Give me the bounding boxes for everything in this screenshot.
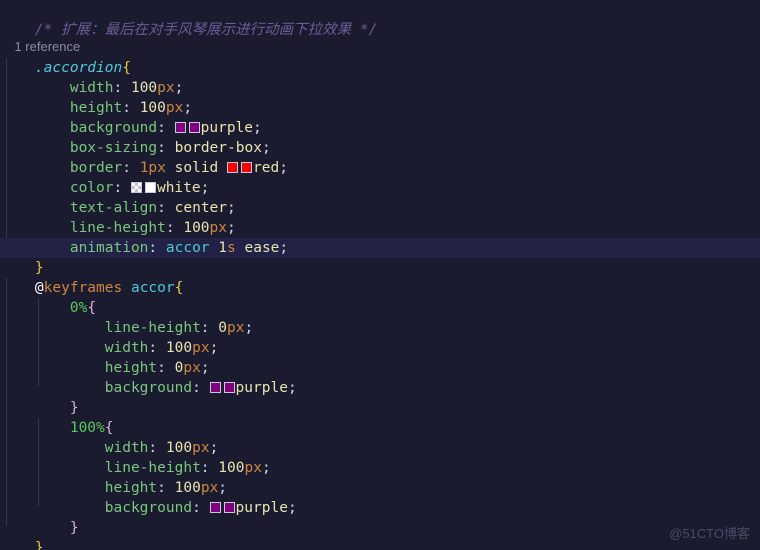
code-line-close-keyframe-0[interactable]: } — [0, 378, 760, 416]
code-line-decl-background[interactable]: background: purple; — [0, 98, 760, 136]
code-line-keyframes-header[interactable]: @keyframes accor{ — [0, 258, 760, 296]
code-line-kf100-background[interactable]: background: purple; — [0, 478, 760, 516]
code-line-kf100-width[interactable]: width: 100px; — [0, 418, 760, 456]
code-line-selector-accordion[interactable]: .accordion{ — [0, 38, 760, 76]
code-line-decl-color[interactable]: color: white; — [0, 158, 760, 196]
codelens-reference[interactable]: 1 reference — [0, 20, 80, 54]
code-line-decl-animation[interactable]: animation: accor 1s ease; — [0, 218, 760, 256]
code-line-decl-width[interactable]: width: 100px; — [0, 58, 760, 96]
code-line-decl-border[interactable]: border: 1px solid red; — [0, 138, 760, 176]
code-line-comment[interactable]: /* 扩展：最后在对手风琴展示进行动画下拉效果 */ — [0, 0, 760, 38]
css-comment: /* 扩展：最后在对手风琴展示进行动画下拉效果 */ — [34, 22, 378, 38]
code-line-close-keyframes[interactable]: } — [0, 518, 760, 550]
code-line-keyframe-stop-0[interactable]: 0%{ — [0, 278, 760, 316]
code-line-kf0-line-height[interactable]: line-height: 0px; — [0, 298, 760, 336]
code-line-decl-box-sizing[interactable]: box-sizing: border-box; — [0, 118, 760, 156]
code-line-close-keyframe-100[interactable]: } — [0, 498, 760, 536]
code-line-kf100-line-height[interactable]: line-height: 100px; — [0, 438, 760, 476]
code-line-kf0-width[interactable]: width: 100px; — [0, 318, 760, 356]
code-line-keyframe-stop-100[interactable]: 100%{ — [0, 398, 760, 436]
code-line-close-accordion[interactable]: } — [0, 238, 760, 276]
code-editor-canvas[interactable]: /* 扩展：最后在对手风琴展示进行动画下拉效果 */ 1 reference .… — [0, 0, 760, 550]
code-line-decl-line-height[interactable]: line-height: 100px; — [0, 198, 760, 236]
watermark: @51CTO博客 — [669, 526, 750, 541]
code-line-decl-text-align[interactable]: text-align: center; — [0, 178, 760, 216]
code-line-kf0-background[interactable]: background: purple; — [0, 358, 760, 396]
code-line-kf100-height[interactable]: height: 100px; — [0, 458, 760, 496]
code-line-kf0-height[interactable]: height: 0px; — [0, 338, 760, 376]
code-line-decl-height[interactable]: height: 100px; — [0, 78, 760, 116]
close-brace-keyframes: } — [34, 540, 44, 550]
